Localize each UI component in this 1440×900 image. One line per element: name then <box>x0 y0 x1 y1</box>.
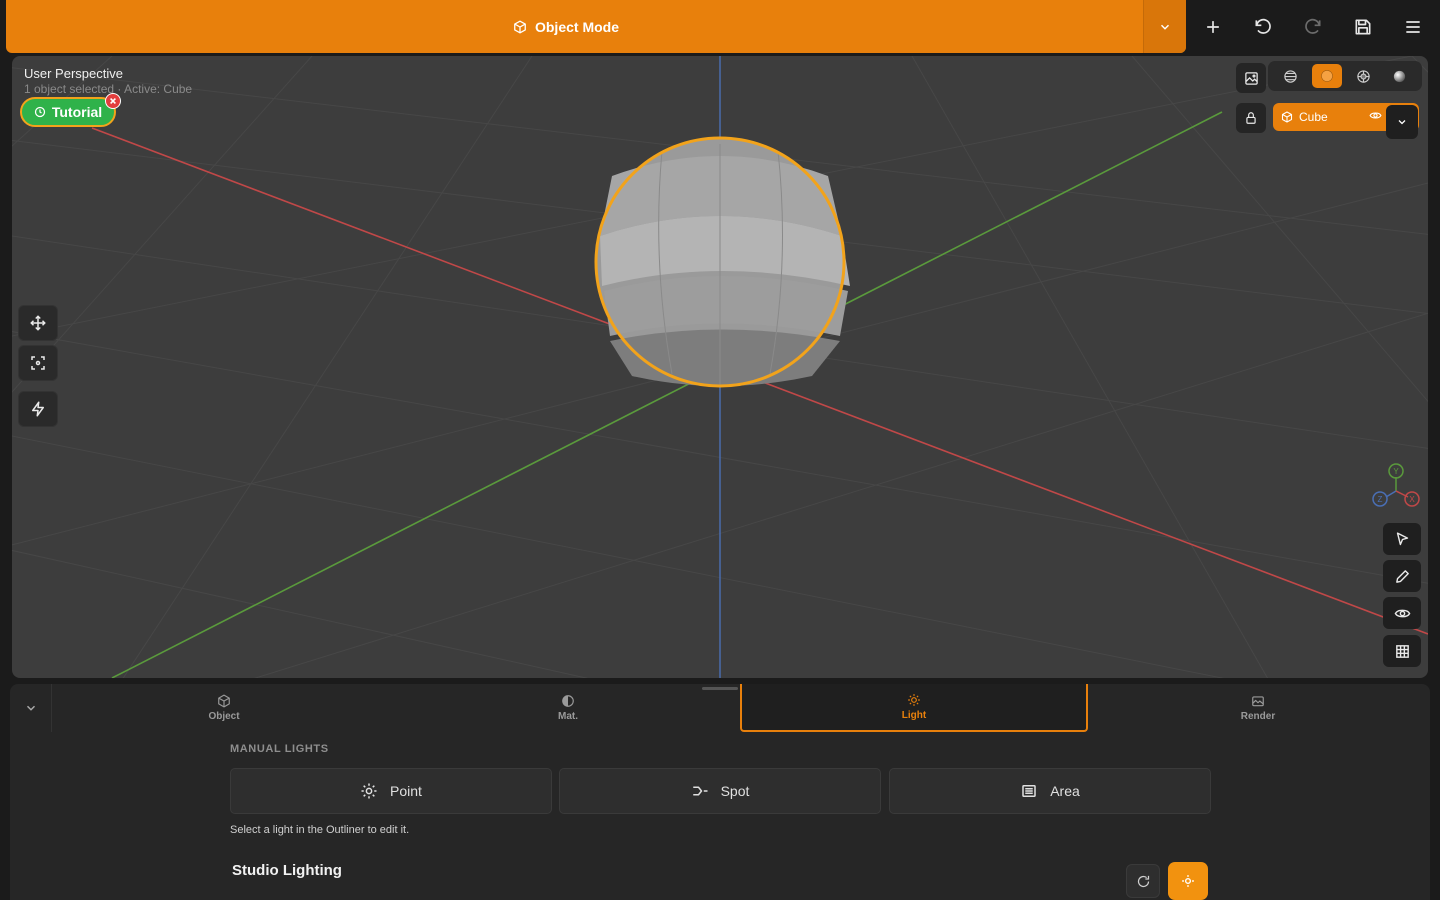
add-point-light-button[interactable]: Point <box>230 768 552 814</box>
spot-light-icon <box>692 786 708 796</box>
mode-dropdown-button[interactable] <box>1143 0 1186 53</box>
refresh-icon <box>1137 875 1149 887</box>
mode-label: Object Mode <box>534 18 619 35</box>
move-tool-button[interactable] <box>18 305 58 341</box>
pencil-icon <box>1395 569 1409 583</box>
lightning-icon <box>32 401 44 417</box>
close-icon <box>110 98 116 104</box>
wireframe-icon <box>1284 69 1297 83</box>
solid-icon <box>1320 70 1333 82</box>
focus-icon <box>31 356 45 370</box>
gizmo-z-label: Z <box>1378 495 1383 504</box>
mode-title: Object Mode <box>513 19 619 35</box>
save-icon <box>1355 19 1371 35</box>
select-tool-button[interactable] <box>1383 523 1421 555</box>
object-visibility-toggle[interactable] <box>1369 109 1382 127</box>
shading-mode-group <box>1268 61 1422 91</box>
viewport-title: User Perspective <box>24 66 123 81</box>
image-icon <box>1244 71 1258 85</box>
tutorial-button[interactable]: Tutorial <box>20 97 116 127</box>
menu-icon <box>1406 21 1420 33</box>
draw-tool-button[interactable] <box>1383 560 1421 592</box>
lock-button[interactable] <box>1236 103 1266 133</box>
cube-icon <box>1281 111 1293 123</box>
undo-icon <box>1255 18 1271 34</box>
sun-icon <box>908 694 920 706</box>
redo-button[interactable] <box>1295 8 1331 46</box>
add-area-light-button[interactable]: Area <box>889 768 1211 814</box>
tab-label: Mat. <box>558 711 578 722</box>
eye-icon <box>1369 112 1382 119</box>
quick-action-button[interactable] <box>18 391 58 427</box>
viewport-grid <box>12 56 1428 678</box>
cube-icon <box>514 20 526 33</box>
tutorial-label: Tutorial <box>51 104 103 120</box>
sphere-object <box>594 136 850 388</box>
tab-light[interactable]: Light <box>740 684 1088 732</box>
chevron-down-icon <box>26 705 35 711</box>
mode-selector[interactable]: Object Mode <box>6 0 1186 53</box>
sun-icon <box>1182 875 1194 887</box>
outliner-dropdown-button[interactable] <box>1386 105 1418 139</box>
add-button[interactable] <box>1195 8 1231 46</box>
visibility-tool-button[interactable] <box>1383 597 1421 629</box>
clock-icon <box>34 106 45 118</box>
gizmo-x-label: X <box>1409 495 1415 504</box>
save-button[interactable] <box>1345 8 1381 46</box>
panel-collapse-button[interactable] <box>10 684 52 732</box>
tab-label: Render <box>1240 711 1276 722</box>
light-button-label: Area <box>1050 783 1080 799</box>
grid-tool-button[interactable] <box>1383 635 1421 667</box>
tutorial-close-button[interactable] <box>105 93 121 109</box>
background-image-button[interactable] <box>1236 63 1266 93</box>
active-object-name: Cube <box>1299 110 1328 124</box>
3d-viewport[interactable]: User Perspective 1 object selected · Act… <box>12 56 1428 678</box>
grid-icon <box>1395 644 1409 658</box>
material-shading-button[interactable] <box>1348 64 1378 88</box>
rendered-shading-button[interactable] <box>1385 64 1415 88</box>
studio-light-toggle[interactable] <box>1168 862 1208 900</box>
axis-gizmo[interactable]: Y Z X <box>1370 461 1426 511</box>
plus-icon <box>1207 21 1219 33</box>
undo-button[interactable] <box>1245 8 1281 46</box>
rendered-icon <box>1394 70 1406 82</box>
properties-panel: Object Mat. Light Render MANUAL LIGHTS P… <box>10 684 1430 900</box>
section-label: MANUAL LIGHTS <box>230 743 329 755</box>
studio-lighting-title: Studio Lighting <box>232 862 342 879</box>
outliner-hint: Select a light in the Outliner to edit i… <box>230 824 410 836</box>
point-light-icon <box>361 783 377 799</box>
material-icon <box>1357 69 1370 83</box>
redo-icon <box>1305 18 1321 34</box>
area-light-icon <box>1022 785 1036 797</box>
chevron-down-icon <box>1160 24 1170 30</box>
tab-material[interactable]: Mat. <box>396 684 740 732</box>
light-button-label: Spot <box>720 783 750 799</box>
eye-icon <box>1394 609 1410 617</box>
solid-shading-button[interactable] <box>1311 64 1342 88</box>
lock-icon <box>1246 112 1256 124</box>
cube-icon <box>218 694 230 708</box>
tab-label: Object <box>208 711 240 722</box>
gizmo-y-label: Y <box>1393 467 1399 476</box>
reset-lighting-button[interactable] <box>1126 864 1160 898</box>
render-icon <box>1252 696 1264 707</box>
tab-label: Light <box>901 710 927 721</box>
focus-tool-button[interactable] <box>18 345 58 381</box>
wireframe-shading-button[interactable] <box>1275 64 1305 88</box>
select-cursor-icon <box>1396 531 1408 545</box>
move-icon <box>30 315 46 331</box>
top-bar: Object Mode <box>0 0 1440 56</box>
tab-object[interactable]: Object <box>52 684 396 732</box>
add-spot-light-button[interactable]: Spot <box>559 768 881 814</box>
tab-render[interactable]: Render <box>1088 684 1428 732</box>
chevron-down-icon <box>1398 120 1406 125</box>
half-circle-icon <box>562 695 574 707</box>
light-button-label: Point <box>390 783 422 799</box>
menu-button[interactable] <box>1395 8 1431 46</box>
